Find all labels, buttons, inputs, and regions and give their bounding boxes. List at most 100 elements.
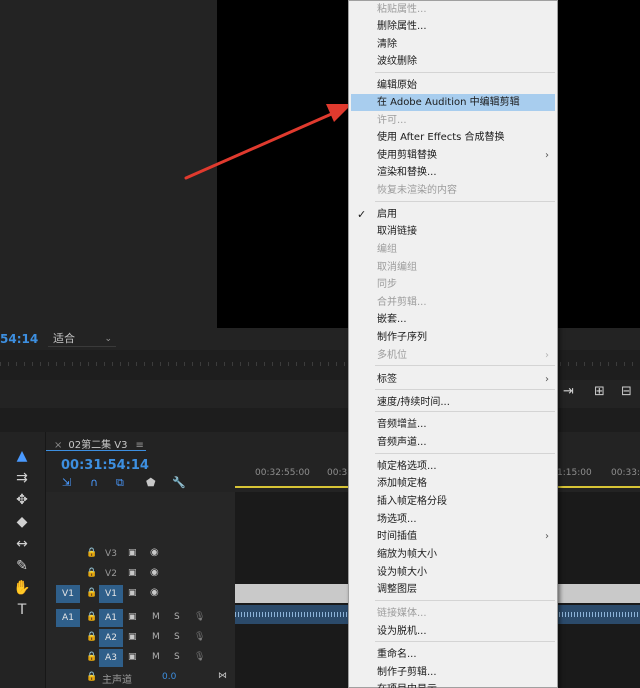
razor-tool-icon[interactable]: ◆ xyxy=(11,512,33,532)
mute-button[interactable]: M xyxy=(152,632,160,642)
lock-icon[interactable]: 🔒 xyxy=(86,652,97,662)
ripple-edit-tool-icon[interactable]: ✥ xyxy=(11,490,33,510)
menu-item-replace-with-clip[interactable]: 使用剪辑替换 › xyxy=(349,147,557,164)
linked-selection-icon[interactable]: ⧉ xyxy=(116,476,124,490)
mic-icon[interactable]: 🎙 xyxy=(194,612,205,622)
source-patch-a1[interactable]: A1 xyxy=(56,609,80,627)
insert-icon[interactable]: ⇥ xyxy=(563,384,574,399)
lock-icon[interactable]: 🔒 xyxy=(86,672,97,682)
menu-item-label[interactable]: 标签 › xyxy=(349,371,557,388)
menu-item-label: 清除 xyxy=(377,39,397,50)
menu-item-reveal-in-project[interactable]: 在项目中显示 xyxy=(349,681,557,688)
track-name[interactable]: V1 xyxy=(99,585,123,603)
menu-item-link-media: 链接媒体... xyxy=(349,605,557,622)
menu-item-rename[interactable]: 重命名... xyxy=(349,646,557,663)
menu-item-label: 同步 xyxy=(377,279,397,290)
menu-item-label: 恢复未渲染的内容 xyxy=(377,185,457,196)
menu-item-label: 音频增益... xyxy=(377,419,427,430)
menu-item-frame-hold-options[interactable]: 帧定格选项... xyxy=(349,458,557,475)
tab-underline xyxy=(46,450,146,451)
snap-magnet-icon[interactable]: ∩ xyxy=(90,476,98,489)
sync-lock-icon[interactable]: ▣ xyxy=(128,548,137,558)
extract-icon[interactable]: ⊟ xyxy=(621,384,632,399)
menu-item-audio-channels[interactable]: 音频声道... xyxy=(349,434,557,451)
menu-item-field-options[interactable]: 场选项... xyxy=(349,511,557,528)
sync-lock-icon[interactable]: ▣ xyxy=(128,652,137,662)
type-tool-icon[interactable]: T xyxy=(11,600,33,620)
track-name[interactable]: A2 xyxy=(99,629,123,647)
menu-item-scale-to-frame-size[interactable]: 缩放为帧大小 xyxy=(349,546,557,563)
menu-item-label: 取消链接 xyxy=(377,226,417,237)
solo-button[interactable]: S xyxy=(174,652,180,662)
track-name[interactable]: V3 xyxy=(99,545,123,563)
menu-item-clear[interactable]: 清除 xyxy=(349,36,557,53)
menu-item-label: 波纹删除 xyxy=(377,56,417,67)
menu-item-label: 音频声道... xyxy=(377,437,427,448)
lock-icon[interactable]: 🔒 xyxy=(86,588,97,598)
menu-item-synchronize: 同步 xyxy=(349,276,557,293)
solo-button[interactable]: S xyxy=(174,632,180,642)
sync-lock-icon[interactable]: ▣ xyxy=(128,568,137,578)
menu-item-label: 使用剪辑替换 xyxy=(377,150,437,161)
menu-item-time-interpolation[interactable]: 时间插值 › xyxy=(349,528,557,545)
menu-item-speed-duration[interactable]: 速度/持续时间... xyxy=(349,394,557,411)
sync-lock-icon[interactable]: ▣ xyxy=(128,632,137,642)
monitor-timecode[interactable]: 54:14 xyxy=(0,332,38,346)
menu-item-multi-camera: 多机位 › xyxy=(349,347,557,364)
master-volume-value[interactable]: 0.0 xyxy=(162,672,176,682)
sync-lock-icon[interactable]: ▣ xyxy=(128,612,137,622)
menu-item-make-subclip[interactable]: 制作子剪辑... xyxy=(349,664,557,681)
mute-button[interactable]: M xyxy=(152,612,160,622)
nest-toggle-icon[interactable]: ⇲ xyxy=(62,476,71,489)
fit-dropdown[interactable]: 适合 ⌄ xyxy=(48,331,116,347)
menu-item-nest[interactable]: 嵌套... xyxy=(349,311,557,328)
menu-item-ripple-delete[interactable]: 波纹删除 xyxy=(349,53,557,70)
menu-item-render-and-replace[interactable]: 渲染和替换... xyxy=(349,164,557,181)
lock-icon[interactable]: 🔒 xyxy=(86,548,97,558)
track-row-v1: V1 🔒 V1 ▣ ◉ xyxy=(46,584,235,604)
hand-tool-icon[interactable]: ✋ xyxy=(11,578,33,598)
selection-tool-icon[interactable]: ▲ xyxy=(11,446,33,466)
track-name[interactable]: V2 xyxy=(99,565,123,583)
eye-icon[interactable]: ◉ xyxy=(150,587,159,598)
wrench-icon[interactable]: 🔧 xyxy=(172,476,186,489)
menu-item-replace-with-ae-comp[interactable]: 使用 After Effects 合成替换 xyxy=(349,129,557,146)
lock-icon[interactable]: 🔒 xyxy=(86,612,97,622)
menu-item-insert-frame-hold-segment[interactable]: 插入帧定格分段 xyxy=(349,493,557,510)
timeline-timecode[interactable]: 00:31:54:14 xyxy=(61,458,149,473)
menu-item-adjustment-layer[interactable]: 调整图层 xyxy=(349,581,557,598)
eye-icon[interactable]: ◉ xyxy=(150,567,159,578)
track-name[interactable]: A1 xyxy=(99,609,123,627)
source-patch-v1[interactable]: V1 xyxy=(56,585,80,603)
track-name[interactable]: A3 xyxy=(99,649,123,667)
eye-icon[interactable]: ◉ xyxy=(150,547,159,558)
go-to-end-icon[interactable]: ⋈ xyxy=(218,671,227,681)
context-menu: 粘贴属性... 删除属性... 清除 波纹删除 编辑原始在 Adobe Audition… xyxy=(348,0,558,688)
mic-icon[interactable]: 🎙 xyxy=(194,632,205,642)
slip-tool-icon[interactable]: ↔ xyxy=(11,534,33,554)
menu-item-edit-in-audition[interactable]: 在 Adobe Audition 中编辑剪辑 xyxy=(351,94,555,111)
add-marker-icon[interactable]: ⬟ xyxy=(146,476,156,489)
menu-item-add-frame-hold[interactable]: 添加帧定格 xyxy=(349,475,557,492)
mic-icon[interactable]: 🎙 xyxy=(194,652,205,662)
timeline-tab[interactable]: × 02第二集 V3 ≡ xyxy=(54,436,144,451)
pen-tool-icon[interactable]: ✎ xyxy=(11,556,33,576)
sync-lock-icon[interactable]: ▣ xyxy=(128,588,137,598)
menu-item-edit-original[interactable]: 编辑原始 xyxy=(349,77,557,94)
lift-icon[interactable]: ⊞ xyxy=(594,384,605,399)
menu-item-make-offline[interactable]: 设为脱机... xyxy=(349,623,557,640)
menu-item-enable[interactable]: 启用 ✓ xyxy=(349,206,557,223)
menu-item-remove-attributes[interactable]: 删除属性... xyxy=(349,18,557,35)
mute-button[interactable]: M xyxy=(152,652,160,662)
lock-icon[interactable]: 🔒 xyxy=(86,632,97,642)
track-select-tool-icon[interactable]: ⇉ xyxy=(11,468,33,488)
menu-item-label: 添加帧定格 xyxy=(377,478,427,489)
menu-item-audio-gain[interactable]: 音频增益... xyxy=(349,416,557,433)
menu-item-make-subsequence[interactable]: 制作子序列 xyxy=(349,329,557,346)
menu-item-unlink[interactable]: 取消链接 xyxy=(349,223,557,240)
lock-icon[interactable]: 🔒 xyxy=(86,568,97,578)
menu-item-set-to-frame-size[interactable]: 设为帧大小 xyxy=(349,564,557,581)
menu-item-label: 在项目中显示 xyxy=(377,684,437,688)
menu-item-label: 编组 xyxy=(377,244,397,255)
solo-button[interactable]: S xyxy=(174,612,180,622)
